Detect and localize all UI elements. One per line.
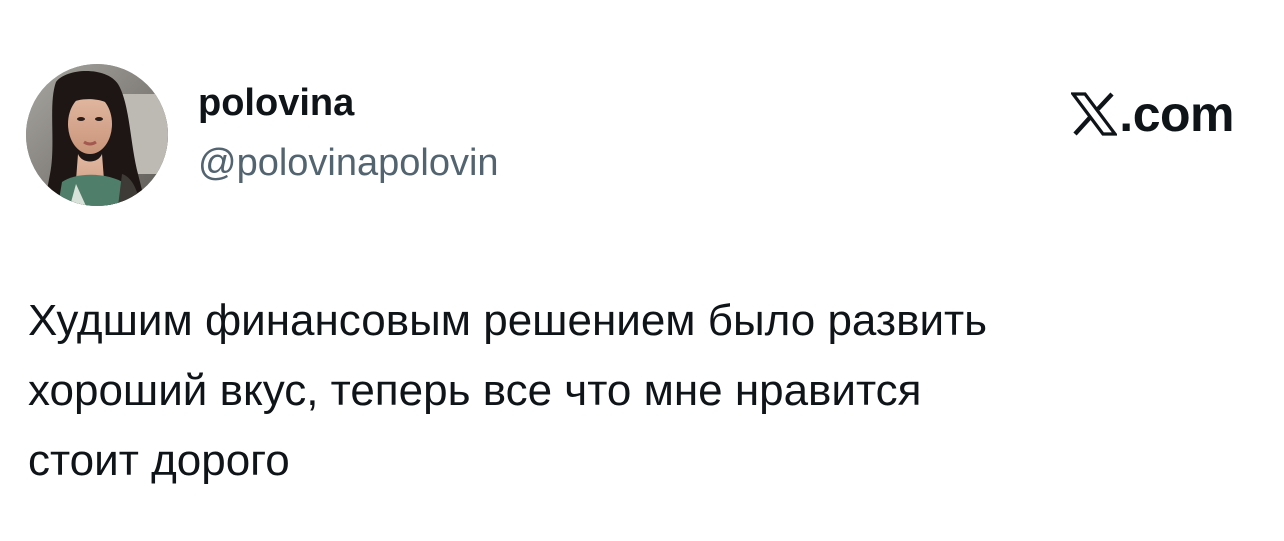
x-logo-icon: [1071, 92, 1118, 136]
brand: .com: [1071, 86, 1234, 142]
tweet-card: polovina @polovinapolovin .com Худшим фи…: [0, 0, 1284, 541]
tweet-text-line: Худшим финансовым решением было развить: [28, 296, 988, 345]
brand-domain-text: .com: [1119, 86, 1234, 142]
avatar[interactable]: [26, 64, 168, 206]
tweet-text-line: хороший вкус, теперь все что мне нравитс…: [28, 366, 922, 415]
tweet-text: Худшим финансовым решением было развить …: [28, 286, 1258, 496]
avatar-photo-icon: [26, 64, 168, 206]
user-handle[interactable]: @polovinapolovin: [198, 140, 499, 186]
display-name[interactable]: polovina: [198, 80, 354, 126]
tweet-text-line: стоит дорого: [28, 436, 290, 485]
